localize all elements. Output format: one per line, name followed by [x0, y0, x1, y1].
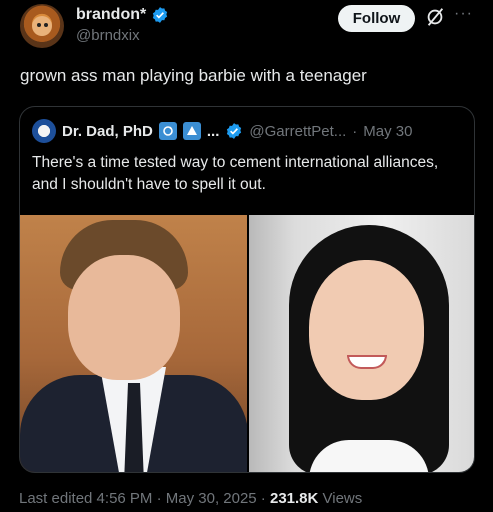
tweet-post: brandon* @brndxix Follow ··· grown ass m… — [0, 0, 493, 512]
quoted-author-avatar[interactable] — [32, 119, 56, 143]
quoted-tweet-text: There's a time tested way to cement inte… — [32, 154, 439, 193]
avatar-eye-right — [44, 23, 48, 27]
photo-right[interactable] — [249, 215, 474, 472]
author-display-name[interactable]: brandon* — [76, 6, 146, 24]
author-name-row[interactable]: brandon* — [76, 6, 169, 24]
views-count: 231.8K — [269, 490, 319, 507]
author-avatar[interactable] — [20, 4, 64, 48]
edited-timestamp[interactable]: Last edited 4:56 PM · May 30, 2025 · — [19, 490, 270, 507]
avatar-face — [32, 16, 52, 36]
refresh-emoji-icon — [158, 122, 177, 140]
tweet-text: grown ass man playing barbie with a teen… — [20, 66, 367, 85]
quoted-name-ellipsis: ... — [206, 122, 220, 140]
follow-button[interactable]: Follow — [338, 5, 415, 32]
photo-left-face — [68, 255, 180, 380]
quoted-media[interactable] — [20, 215, 474, 472]
quoted-tweet-header: Dr. Dad, PhD ... @GarrettPet... · May 30 — [32, 119, 413, 143]
quoted-author-name[interactable]: Dr. Dad, PhD — [62, 123, 153, 140]
quoted-separator: · — [352, 122, 358, 140]
photo-right-face — [309, 260, 424, 400]
quoted-date[interactable]: May 30 — [363, 123, 412, 140]
quoted-verified-badge-icon — [227, 123, 242, 139]
photo-left[interactable] — [20, 215, 247, 472]
more-icon[interactable]: ··· — [454, 5, 473, 23]
avatar-eye-left — [37, 23, 41, 27]
quoted-author-handle[interactable]: @GarrettPet... — [249, 123, 346, 140]
up-arrow-emoji-icon — [182, 122, 201, 140]
verified-badge-icon — [153, 7, 168, 23]
grok-icon[interactable] — [424, 6, 446, 28]
views-label: Views — [318, 490, 363, 507]
author-handle[interactable]: @brndxix — [76, 27, 140, 44]
quoted-tweet[interactable]: Dr. Dad, PhD ... @GarrettPet... · May 30… — [19, 106, 475, 473]
tweet-meta: Last edited 4:56 PM · May 30, 2025 · 231… — [19, 490, 362, 507]
